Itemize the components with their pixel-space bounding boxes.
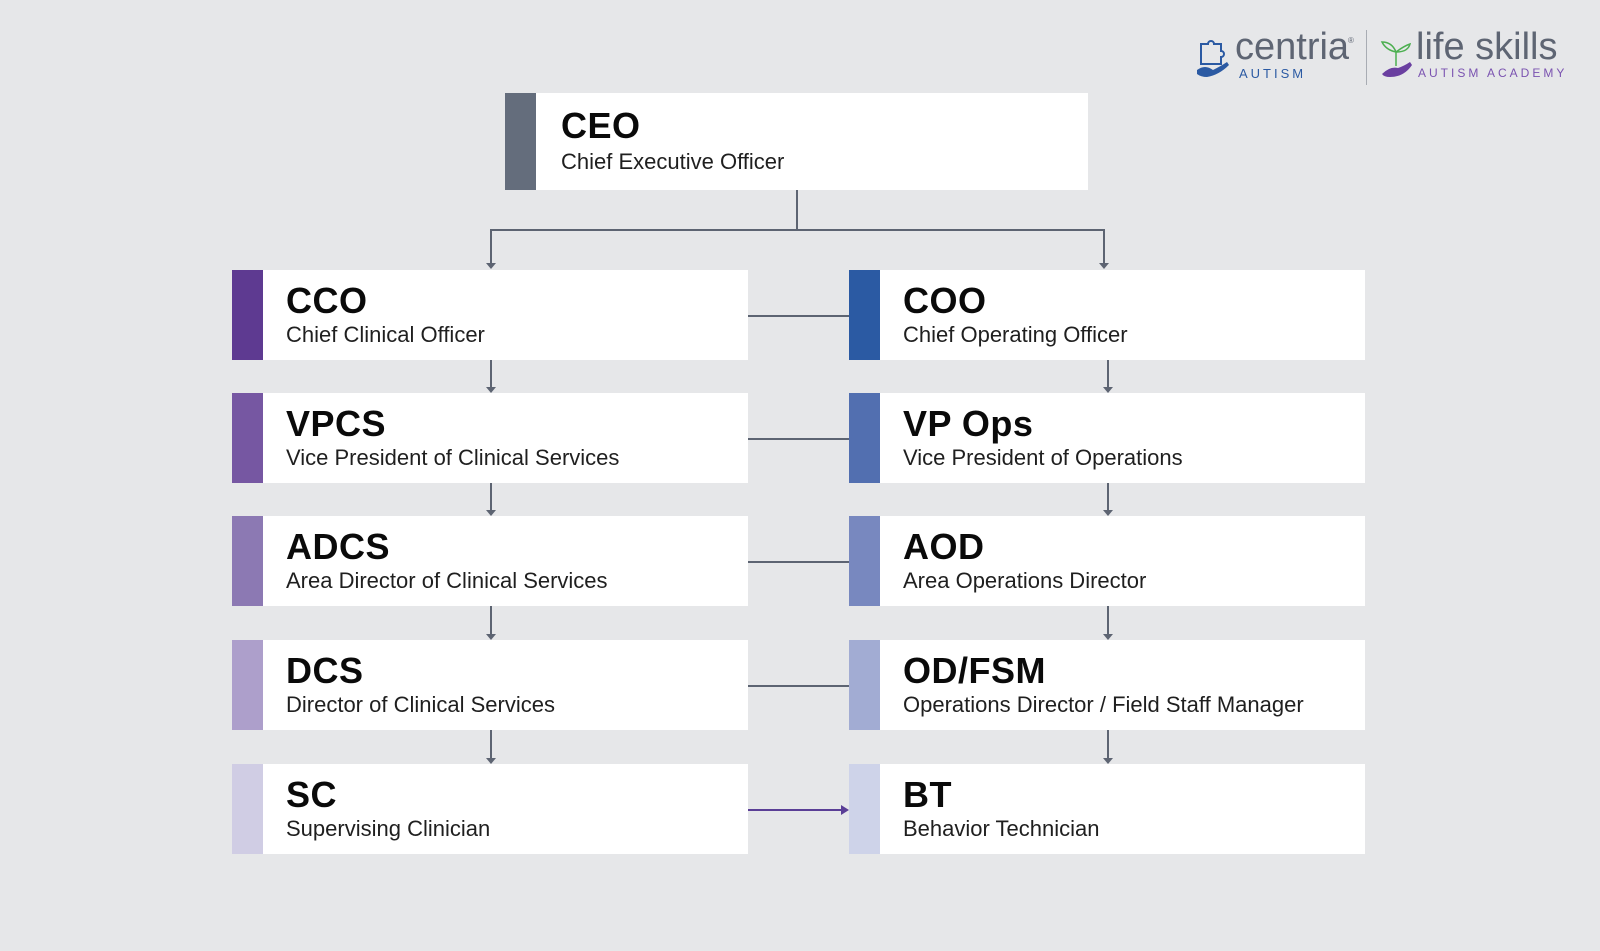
adcs-title: Area Director of Clinical Services	[286, 568, 608, 593]
cco-arrow	[486, 263, 496, 269]
peer-connector	[748, 315, 849, 317]
vp-ops-abbr: VP Ops	[903, 403, 1034, 444]
adcs-box: ADCS Area Director of Clinical Services	[232, 516, 748, 606]
dcs-title: Director of Clinical Services	[286, 692, 555, 717]
bt-color-bar	[849, 764, 880, 854]
vpcs-box: VPCS Vice President of Clinical Services	[232, 393, 748, 483]
cco-box: CCO Chief Clinical Officer	[232, 270, 748, 360]
adcs-abbr: ADCS	[286, 526, 391, 567]
life-skills-sub: AUTISM ACADEMY	[1418, 66, 1568, 80]
ceo-title: Chief Executive Officer	[561, 149, 785, 174]
coo-drop-connector	[1103, 229, 1105, 264]
coo-arrow	[1099, 263, 1109, 269]
adcs-color-bar	[232, 516, 263, 606]
od-fsm-color-bar	[849, 640, 880, 730]
life-skills-logo: life skills AUTISM ACADEMY	[1378, 26, 1578, 88]
cco-title: Chief Clinical Officer	[286, 322, 485, 347]
centria-autism-logo: centria ® AUTISM	[1195, 26, 1355, 88]
dcs-color-bar	[232, 640, 263, 730]
sc-title: Supervising Clinician	[286, 816, 491, 841]
aod-title: Area Operations Director	[903, 568, 1147, 593]
vpcs-title: Vice President of Clinical Services	[286, 445, 620, 470]
centria-sub: AUTISM	[1239, 66, 1307, 81]
sc-to-bt-connector	[748, 809, 841, 811]
cco-color-bar	[232, 270, 263, 360]
coo-title: Chief Operating Officer	[903, 322, 1128, 347]
sc-abbr: SC	[286, 774, 338, 815]
aod-box: AOD Area Operations Director	[849, 516, 1365, 606]
ceo-horizontal-connector	[490, 229, 1105, 231]
od-fsm-box: OD/FSM Operations Director / Field Staff …	[849, 640, 1365, 730]
bt-box: BT Behavior Technician	[849, 764, 1365, 854]
coo-color-bar	[849, 270, 880, 360]
sprout-hand-icon	[1380, 41, 1412, 77]
centria-wordmark: centria	[1235, 26, 1350, 68]
vp-ops-color-bar	[849, 393, 880, 483]
od-fsm-title: Operations Director / Field Staff Manage…	[903, 692, 1304, 717]
vp-ops-box: VP Ops Vice President of Operations	[849, 393, 1365, 483]
bt-title: Behavior Technician	[903, 816, 1100, 841]
ceo-down-connector	[796, 190, 798, 230]
cco-drop-connector	[490, 229, 492, 264]
ceo-box: CEO Chief Executive Officer	[505, 93, 1088, 190]
peer-connector	[748, 438, 849, 440]
ceo-color-bar	[505, 93, 536, 190]
dcs-box: DCS Director of Clinical Services	[232, 640, 748, 730]
peer-connector	[748, 685, 849, 687]
vpcs-abbr: VPCS	[286, 403, 387, 444]
ceo-abbr: CEO	[561, 105, 641, 146]
vp-ops-title: Vice President of Operations	[903, 445, 1183, 470]
od-fsm-abbr: OD/FSM	[903, 650, 1046, 691]
sc-box: SC Supervising Clinician	[232, 764, 748, 854]
bt-abbr: BT	[903, 774, 952, 815]
puzzle-hand-icon	[1197, 40, 1229, 77]
life-skills-wordmark: life skills	[1416, 26, 1558, 68]
vpcs-color-bar	[232, 393, 263, 483]
aod-abbr: AOD	[903, 526, 985, 567]
cco-abbr: CCO	[286, 280, 368, 321]
registered-mark: ®	[1348, 36, 1354, 45]
coo-abbr: COO	[903, 280, 987, 321]
sc-to-bt-arrow	[841, 805, 849, 815]
logo-divider	[1366, 30, 1367, 85]
sc-color-bar	[232, 764, 263, 854]
aod-color-bar	[849, 516, 880, 606]
peer-connector	[748, 561, 849, 563]
coo-box: COO Chief Operating Officer	[849, 270, 1365, 360]
dcs-abbr: DCS	[286, 650, 364, 691]
